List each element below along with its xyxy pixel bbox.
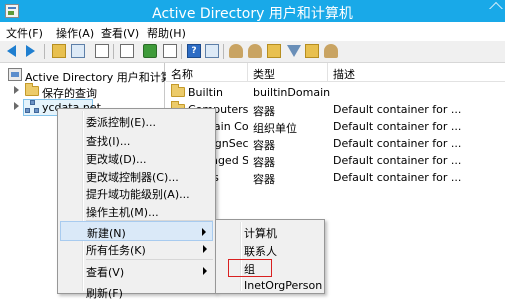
toolbar-separator bbox=[181, 44, 182, 59]
properties-icon[interactable] bbox=[120, 44, 134, 58]
ad-console-icon bbox=[8, 68, 22, 81]
list-row[interactable]: Users 容器 Default container for ... bbox=[166, 169, 505, 186]
add-to-group-icon[interactable] bbox=[324, 44, 338, 58]
menu-item-change-domain[interactable]: 更改域(D)... bbox=[60, 148, 213, 168]
new-group-icon[interactable] bbox=[248, 44, 262, 58]
folder-icon bbox=[25, 83, 39, 96]
row-description: Default container for ... bbox=[333, 103, 462, 116]
menu-item-label: 更改域(D)... bbox=[86, 153, 147, 166]
menu-view[interactable]: 查看(V) bbox=[101, 25, 139, 41]
row-type: 组织单位 bbox=[253, 122, 297, 135]
menu-item-label: 提升域功能级别(A)... bbox=[86, 188, 190, 201]
window-title: Active Directory 用户和计算机 bbox=[152, 6, 353, 22]
menu-item-label: 查看(V) bbox=[86, 266, 125, 279]
help-icon[interactable]: ? bbox=[187, 44, 201, 58]
close-icon[interactable] bbox=[483, 0, 505, 22]
filter-icon[interactable] bbox=[287, 45, 301, 57]
menu-item-label: InetOrgPerson bbox=[244, 279, 323, 292]
column-header-type[interactable]: 类型 bbox=[248, 63, 328, 82]
new-user-icon[interactable] bbox=[229, 44, 243, 58]
menu-item-raise-level[interactable]: 提升域功能级别(A)... bbox=[60, 183, 213, 203]
menu-item-label: 所有任务(K) bbox=[86, 244, 146, 257]
submenu-arrow-icon bbox=[203, 245, 207, 253]
list-row[interactable]: ForeignSec... 容器 Default container for .… bbox=[166, 135, 505, 152]
toolbar-separator bbox=[44, 44, 45, 59]
row-type: 容器 bbox=[253, 173, 275, 186]
find-icon[interactable] bbox=[305, 44, 319, 58]
menu-action[interactable]: 操作(A) bbox=[56, 25, 94, 41]
list-row[interactable]: Computers 容器 Default container for ... bbox=[166, 101, 505, 118]
row-type: builtinDomain bbox=[253, 86, 331, 99]
menu-item-new[interactable]: 新建(N) bbox=[60, 221, 213, 241]
toolbar-separator bbox=[113, 44, 114, 59]
column-header-description[interactable]: 描述 bbox=[328, 63, 505, 82]
list-row[interactable]: Builtin builtinDomain bbox=[166, 84, 505, 101]
clipboard-icon[interactable] bbox=[95, 44, 109, 58]
menu-item-label: 计算机 bbox=[244, 227, 277, 240]
menu-item-operations-masters[interactable]: 操作主机(M)... bbox=[60, 201, 213, 221]
menu-item-label: 刷新(F) bbox=[86, 287, 123, 300]
list-row[interactable]: Domain Co... 组织单位 Default container for … bbox=[166, 118, 505, 135]
menu-item-label: 操作主机(M)... bbox=[86, 206, 159, 219]
list-row[interactable]: Managed S... 容器 Default container for ..… bbox=[166, 152, 505, 169]
menu-help[interactable]: 帮助(H) bbox=[147, 25, 186, 41]
menu-item-delegate-control[interactable]: 委派控制(E)... bbox=[60, 111, 213, 131]
back-arrow-icon[interactable] bbox=[7, 45, 16, 57]
row-type: 容器 bbox=[253, 105, 275, 118]
expand-arrow-icon[interactable] bbox=[14, 86, 19, 94]
menu-bar: 文件(F) 操作(A) 查看(V) 帮助(H) bbox=[0, 22, 505, 41]
column-header-name[interactable]: 名称 bbox=[166, 63, 248, 82]
title-bar: Active Directory 用户和计算机 bbox=[0, 0, 505, 22]
toolbar: ? bbox=[0, 41, 505, 63]
row-description: Default container for ... bbox=[333, 154, 462, 167]
details-view-icon[interactable] bbox=[205, 44, 219, 58]
new-ou-icon[interactable] bbox=[267, 44, 281, 58]
toolbar-separator bbox=[223, 44, 224, 59]
submenu-item-computer[interactable]: 计算机 bbox=[218, 222, 322, 242]
row-description: Default container for ... bbox=[333, 120, 462, 133]
up-folder-icon[interactable] bbox=[52, 44, 66, 58]
folder-icon bbox=[171, 84, 185, 97]
row-type: 容器 bbox=[253, 139, 275, 152]
new-submenu: 计算机 联系人 组 InetOrgPerson bbox=[215, 219, 325, 294]
refresh-icon[interactable] bbox=[143, 44, 157, 58]
forward-arrow-icon[interactable] bbox=[26, 45, 35, 57]
expand-arrow-icon[interactable] bbox=[14, 102, 19, 110]
menu-item-label: 查找(I)... bbox=[86, 135, 131, 148]
menu-file[interactable]: 文件(F) bbox=[6, 25, 43, 41]
domain-icon bbox=[25, 100, 40, 114]
submenu-arrow-icon bbox=[203, 267, 207, 275]
tree-root[interactable]: Active Directory 用户和计算机 bbox=[0, 67, 183, 84]
context-menu: 委派控制(E)... 查找(I)... 更改域(D)... 更改域控制器(C).… bbox=[57, 108, 216, 300]
submenu-arrow-icon bbox=[202, 228, 206, 236]
menu-item-refresh[interactable]: 刷新(F) bbox=[60, 282, 213, 302]
row-description: Default container for ... bbox=[333, 137, 462, 150]
menu-item-label: 联系人 bbox=[244, 245, 277, 258]
console-tree-icon[interactable] bbox=[71, 44, 85, 58]
submenu-item-contact[interactable]: 联系人 bbox=[218, 240, 322, 260]
menu-item-find[interactable]: 查找(I)... bbox=[60, 130, 213, 150]
row-type: 容器 bbox=[253, 156, 275, 169]
menu-item-label: 委派控制(E)... bbox=[86, 116, 157, 129]
row-description: Default container for ... bbox=[333, 171, 462, 184]
annotation-highlight-box bbox=[228, 259, 272, 277]
row-name: Builtin bbox=[188, 86, 223, 99]
menu-item-view[interactable]: 查看(V) bbox=[60, 261, 213, 281]
menu-item-all-tasks[interactable]: 所有任务(K) bbox=[60, 239, 213, 259]
menu-separator bbox=[86, 259, 213, 260]
submenu-item-inetorgperson[interactable]: InetOrgPerson bbox=[218, 276, 322, 296]
export-list-icon[interactable] bbox=[163, 44, 177, 58]
tree-saved-queries[interactable]: 保存的查询 bbox=[0, 83, 165, 100]
